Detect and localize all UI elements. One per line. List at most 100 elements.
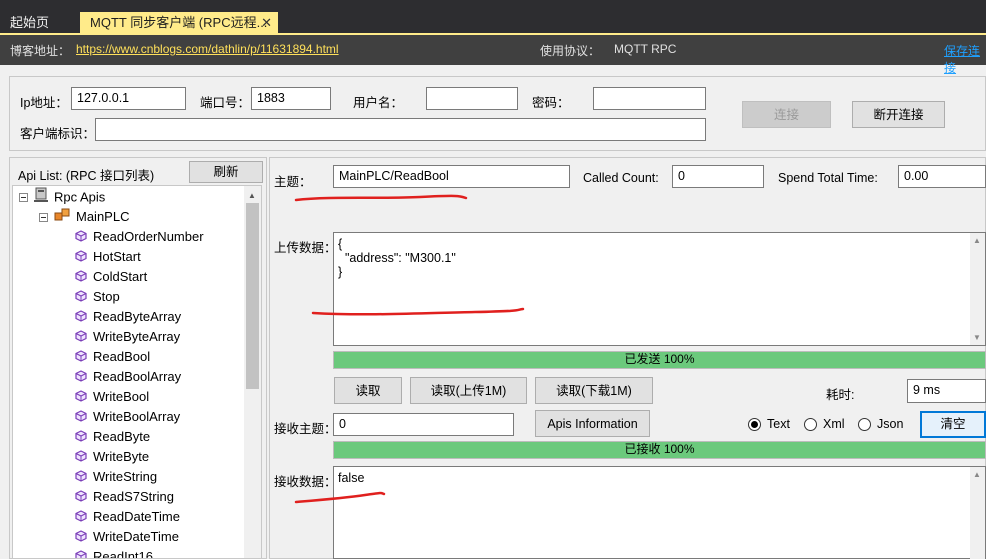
read-button[interactable]: 读取 [334, 377, 402, 404]
api-tree-item[interactable]: Stop [75, 287, 120, 307]
send-progress-bar: 已发送 100% [333, 351, 986, 369]
api-tree-item-label: ReadBoolArray [93, 369, 182, 384]
recv-data-textarea[interactable]: false [333, 466, 986, 559]
apis-information-button[interactable]: Apis Information [535, 410, 650, 437]
api-tree-item[interactable]: ReadInt16 [75, 547, 153, 558]
called-count-label: Called Count: [583, 171, 659, 185]
api-tree-scrollbar[interactable]: ▲ [244, 186, 261, 558]
protocol-value: MQTT RPC [614, 42, 677, 56]
collapse-icon[interactable] [19, 188, 28, 208]
send-progress-text: 已发送 100% [624, 352, 695, 366]
topic-input[interactable]: MainPLC/ReadBool [333, 165, 570, 188]
tree-root-rpc-apis[interactable]: Rpc Apis [19, 187, 105, 207]
tree-group-label: MainPLC [76, 209, 130, 224]
scroll-up-icon[interactable]: ▲ [248, 191, 256, 200]
method-cube-icon [75, 528, 87, 548]
api-tree-item[interactable]: ReadByteArray [75, 307, 181, 327]
api-tree-item-label: WriteByteArray [93, 329, 181, 344]
scroll-up-icon[interactable]: ▲ [973, 470, 981, 479]
format-text-radio[interactable] [748, 418, 761, 431]
read-download-1m-button[interactable]: 读取(下载1M) [535, 377, 653, 404]
upload-data-label: 上传数据： [274, 241, 337, 255]
called-count-input[interactable]: 0 [672, 165, 764, 188]
format-json-radio[interactable] [858, 418, 871, 431]
elapsed-input[interactable]: 9 ms [907, 379, 986, 403]
tab-close-icon[interactable]: ✕ [261, 12, 272, 33]
password-input[interactable] [593, 87, 706, 110]
upload-scrollbar[interactable]: ▲ ▼ [970, 233, 985, 345]
api-tree-item[interactable]: ReadBoolArray [75, 367, 181, 387]
info-bar: 博客地址： https://www.cnblogs.com/dathlin/p/… [0, 35, 986, 75]
format-xml-radio[interactable] [804, 418, 817, 431]
ip-label: Ip地址： [20, 96, 68, 110]
api-tree-item-label: WriteByte [93, 449, 150, 464]
refresh-button[interactable]: 刷新 [189, 161, 263, 183]
api-tree-item[interactable]: WriteDateTime [75, 527, 179, 547]
clear-button[interactable]: 清空 [920, 411, 986, 438]
tab-mqtt-sync-client[interactable]: MQTT 同步客户端 (RPC远程... ✕ [80, 12, 278, 33]
method-cube-icon [75, 468, 87, 488]
recv-progress-text: 已接收 100% [624, 442, 695, 456]
api-tree-item-label: ColdStart [93, 269, 148, 284]
api-tree-item-label: WriteBool [93, 389, 150, 404]
method-cube-icon [75, 228, 87, 248]
method-cube-icon [75, 448, 87, 468]
api-tree-item[interactable]: ReadOrderNumber [75, 227, 204, 247]
client-id-label: 客户端标识： [20, 127, 96, 141]
api-tree-item[interactable]: WriteByteArray [75, 327, 180, 347]
blog-link[interactable]: https://www.cnblogs.com/dathlin/p/116318… [76, 42, 339, 56]
port-input[interactable]: 1883 [251, 87, 331, 110]
api-tree-item[interactable]: WriteBoolArray [75, 407, 180, 427]
disconnect-button[interactable]: 断开连接 [852, 101, 945, 128]
scroll-up-icon[interactable]: ▲ [973, 236, 981, 245]
api-tree-item[interactable]: ReadBool [75, 347, 150, 367]
tree-root-label: Rpc Apis [54, 189, 106, 205]
upload-data-textarea[interactable]: { "address": "M300.1" } [333, 232, 986, 346]
ip-input[interactable]: 127.0.0.1 [71, 87, 186, 110]
method-cube-icon [75, 548, 87, 558]
api-tree-item[interactable]: ReadByte [75, 427, 150, 447]
api-tree-item-label: ReadOrderNumber [93, 229, 204, 244]
api-tree-item[interactable]: ReadDateTime [75, 507, 180, 527]
port-label: 端口号： [200, 96, 251, 110]
api-tree-item[interactable]: WriteBool [75, 387, 149, 407]
api-tree: Rpc Apis MainPLC ReadOrderNumber HotStart… [12, 185, 262, 559]
api-tree-item[interactable]: WriteString [75, 467, 157, 487]
recv-topic-label: 接收主题： [274, 422, 337, 436]
format-xml-label: Xml [823, 417, 845, 431]
api-tree-item[interactable]: ColdStart [75, 267, 147, 287]
tree-group-mainplc[interactable]: MainPLC [39, 207, 129, 227]
api-tree-item-label: WriteString [93, 469, 158, 484]
recv-scrollbar[interactable]: ▲ [970, 467, 985, 559]
method-cube-icon [75, 408, 87, 428]
recv-topic-input[interactable]: 0 [333, 413, 514, 436]
api-tree-item-label: Stop [93, 289, 120, 304]
blog-label: 博客地址： [10, 44, 71, 58]
scrollbar-thumb[interactable] [246, 203, 259, 389]
api-tree-item-label: ReadByte [93, 429, 151, 444]
username-input[interactable] [426, 87, 518, 110]
save-connection-link[interactable]: 保存连接 [944, 42, 986, 76]
method-cube-icon [75, 508, 87, 528]
method-cube-icon [75, 328, 87, 348]
scroll-down-icon[interactable]: ▼ [973, 333, 981, 342]
api-tree-item-label: ReadByteArray [93, 309, 182, 324]
cubes-icon [54, 208, 70, 228]
api-tree-item-label: ReadS7String [93, 489, 174, 504]
method-cube-icon [75, 368, 87, 388]
method-cube-icon [75, 388, 87, 408]
tab-start-page[interactable]: 起始页 [0, 12, 82, 33]
read-upload-1m-button[interactable]: 读取(上传1M) [410, 377, 527, 404]
annotation-underline-topic [294, 194, 468, 202]
connect-button[interactable]: 连接 [742, 101, 831, 128]
client-id-input[interactable] [95, 118, 706, 141]
api-tree-item[interactable]: HotStart [75, 247, 141, 267]
spend-time-input[interactable]: 0.00 [898, 165, 986, 188]
api-tree-item[interactable]: WriteByte [75, 447, 149, 467]
window-top-strip [0, 0, 986, 9]
tab-mqtt-sync-client-label: MQTT 同步客户端 (RPC远程... [90, 15, 268, 30]
method-cube-icon [75, 428, 87, 448]
collapse-icon[interactable] [39, 208, 48, 228]
tab-start-page-label: 起始页 [10, 15, 50, 30]
api-tree-item[interactable]: ReadS7String [75, 487, 174, 507]
